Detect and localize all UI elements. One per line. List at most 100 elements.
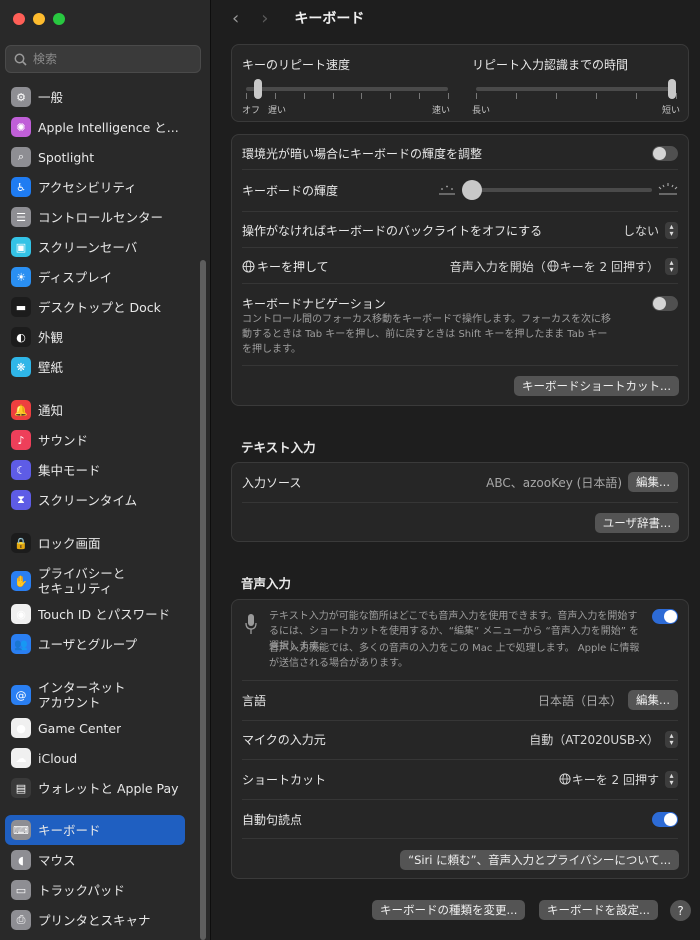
siri-privacy-button[interactable]: “Siri に頼む”、音声入力とプライバシーについて... — [400, 850, 679, 870]
sidebar-item[interactable]: ⎙ プリンタとスキャナ — [5, 905, 185, 935]
sidebar-item[interactable]: 👥 ユーザとグループ — [5, 629, 185, 659]
key-repeat-rate-label: キーのリピート速度 — [242, 58, 351, 72]
rate-off-label: オフ — [242, 106, 261, 116]
wallet-icon: ▤ — [11, 778, 31, 798]
sidebar-item[interactable]: ▭ トラックパッド — [5, 875, 185, 905]
sidebar-item-label: プライバシーと セキュリティ — [38, 566, 126, 596]
sidebar-item[interactable]: ☀ ディスプレイ — [5, 262, 185, 292]
toolbar: ‹ › キーボード — [212, 0, 700, 36]
sidebar-item-label: サウンド — [38, 432, 89, 448]
microphone-source-popup[interactable]: 自動（AT2020USB-X） ▴ ▾ — [529, 730, 678, 748]
sidebar-item[interactable]: ▣ スクリーンセーバ — [5, 232, 185, 262]
sidebar-item[interactable]: ⧗ スクリーンタイム — [5, 485, 185, 515]
sidebar-item[interactable]: ☾ 集中モード — [5, 455, 185, 485]
dictation-toggle[interactable] — [652, 609, 678, 624]
backlight-card: 環境光が暗い場合にキーボードの輝度を調整 キーボードの輝度 操作がなければキーボ… — [231, 134, 689, 406]
sidebar-item[interactable]: ● Game Center — [5, 713, 185, 743]
zoom-window-button[interactable] — [53, 13, 65, 25]
sidebar-item-label: 壁紙 — [38, 359, 64, 375]
globe-key-label: キーを押して — [257, 259, 329, 274]
dictation-shortcut-value: キーを 2 回押す — [571, 772, 659, 787]
keyboard-brightness-slider[interactable] — [462, 179, 654, 201]
focus-moon-icon: ☾ — [11, 460, 31, 480]
sidebar-item[interactable]: ☁ iCloud — [5, 743, 185, 773]
auto-brightness-toggle[interactable] — [652, 145, 678, 161]
keyboard-shortcuts-button[interactable]: キーボードショートカット... — [514, 376, 679, 396]
sidebar-item[interactable]: ✋ プライバシーと セキュリティ — [5, 562, 185, 600]
key-repeat-rate-slider[interactable] — [242, 77, 452, 101]
sidebar-item[interactable]: ❋ 壁紙 — [5, 352, 185, 382]
slider-tick — [361, 93, 363, 99]
sidebar-item[interactable]: 🔔 通知 — [5, 395, 185, 425]
forward-chevron-icon[interactable]: › — [261, 8, 268, 29]
slider-tick — [596, 93, 597, 99]
dictation-shortcut-label: ショートカット — [242, 772, 327, 787]
sidebar-item-label: iCloud — [38, 750, 78, 766]
backlight-off-popup[interactable]: しない ▴ ▾ — [623, 221, 678, 239]
apple-intelligence-icon: ✺ — [11, 117, 31, 137]
auto-brightness-label: 環境光が暗い場合にキーボードの輝度を調整 — [242, 146, 483, 161]
privacy-hand-icon: ✋ — [11, 571, 31, 591]
sidebar-item[interactable]: ◐ 外観 — [5, 322, 185, 352]
sidebar-item[interactable]: 🔒 ロック画面 — [5, 528, 185, 558]
sidebar-item[interactable]: ⚙ 一般 — [5, 82, 185, 112]
auto-punctuation-toggle[interactable] — [652, 811, 678, 827]
user-dictionary-button[interactable]: ユーザ辞書... — [594, 513, 679, 533]
popup-chevron-icon: ▴ ▾ — [665, 221, 678, 239]
rate-slow-label: 遅い — [268, 106, 287, 116]
sidebar-item-label: スクリーンセーバ — [38, 239, 138, 255]
hourglass-icon: ⧗ — [11, 490, 31, 510]
input-sources-edit-button[interactable]: 編集... — [628, 472, 678, 492]
setup-keyboard-button[interactable]: キーボードを設定... — [539, 900, 658, 920]
sidebar-item[interactable]: ▬ デスクトップと Dock — [5, 292, 185, 322]
keyboard-navigation-label: キーボードナビゲーション — [242, 296, 386, 311]
sidebar-item[interactable]: @ インターネット アカウント — [5, 676, 185, 714]
sidebar-item-label: マウス — [38, 852, 76, 868]
help-button[interactable]: ? — [670, 900, 691, 921]
sidebar-item[interactable]: ✺ Apple Intelligence と... — [5, 112, 185, 142]
sidebar-item-label: キーボード — [38, 822, 101, 838]
minimize-window-button[interactable] — [33, 13, 45, 25]
keyboard-brightness-label: キーボードの輝度 — [242, 183, 339, 198]
dictation-privacy-note: 音声入力機能では、多くの音声の入力をこの Mac 上で処理します。 Apple … — [269, 643, 640, 669]
sidebar-item[interactable]: ☰ コントロールセンター — [5, 202, 185, 232]
close-window-button[interactable] — [13, 13, 25, 25]
sidebar-item[interactable]: ▤ ウォレットと Apple Pay — [5, 773, 185, 803]
keyboard-navigation-toggle[interactable] — [652, 295, 678, 311]
change-keyboard-type-button[interactable]: キーボードの種類を変更... — [372, 900, 526, 920]
sidebar-item[interactable]: ◉ Touch ID とパスワード — [5, 599, 185, 629]
sidebar-item-label: トラックパッド — [38, 882, 125, 898]
sidebar-item[interactable]: ♪ サウンド — [5, 425, 185, 455]
sidebar-item-label: ロック画面 — [38, 535, 101, 551]
rate-fast-label: 速い — [432, 106, 451, 116]
page-title: キーボード — [294, 11, 365, 27]
dictation-language-edit-button[interactable]: 編集... — [628, 690, 678, 710]
sidebar-item[interactable]: ⌨ キーボード — [5, 815, 185, 845]
slider-tick — [274, 93, 276, 99]
accessibility-icon: ♿ — [11, 177, 31, 197]
back-chevron-icon[interactable]: ‹ — [232, 8, 239, 29]
globe-key-popup[interactable]: 音声入力を開始（ キーを 2 回押す） ▴ ▾ — [450, 257, 678, 275]
control-center-icon: ☰ — [11, 207, 31, 227]
sidebar-item[interactable]: ◖ マウス — [5, 845, 185, 875]
slider-tick — [448, 93, 449, 99]
search-field[interactable] — [5, 45, 201, 73]
sidebar-item[interactable]: ⌕ Spotlight — [5, 142, 185, 172]
dictation-language-label: 言語 — [242, 693, 267, 708]
delay-short-label: 短い — [662, 106, 681, 116]
sidebar-item-label: 通知 — [38, 402, 64, 418]
sidebar-item-label: Apple Intelligence と... — [38, 119, 179, 135]
dictation-shortcut-popup[interactable]: キーを 2 回押す ▴ ▾ — [559, 770, 678, 788]
dock-icon: ▬ — [11, 297, 31, 317]
search-input[interactable] — [33, 52, 183, 66]
icloud-icon: ☁ — [11, 748, 31, 768]
sidebar-scrollbar[interactable] — [200, 260, 206, 940]
backlight-off-label: 操作がなければキーボードのバックライトをオフにする — [242, 223, 543, 238]
sidebar-item-label: プリンタとスキャナ — [38, 912, 151, 928]
main-pane: ‹ › キーボード キーのリピート速度 リピート入力認識までの時間 オフ 遅い … — [212, 0, 700, 940]
printer-icon: ⎙ — [11, 910, 31, 930]
sidebar-item[interactable]: ♿ アクセシビリティ — [5, 172, 185, 202]
keyboard-icon: ⌨ — [11, 820, 31, 840]
repeat-delay-slider[interactable] — [472, 77, 680, 101]
users-icon: 👥 — [11, 634, 31, 654]
